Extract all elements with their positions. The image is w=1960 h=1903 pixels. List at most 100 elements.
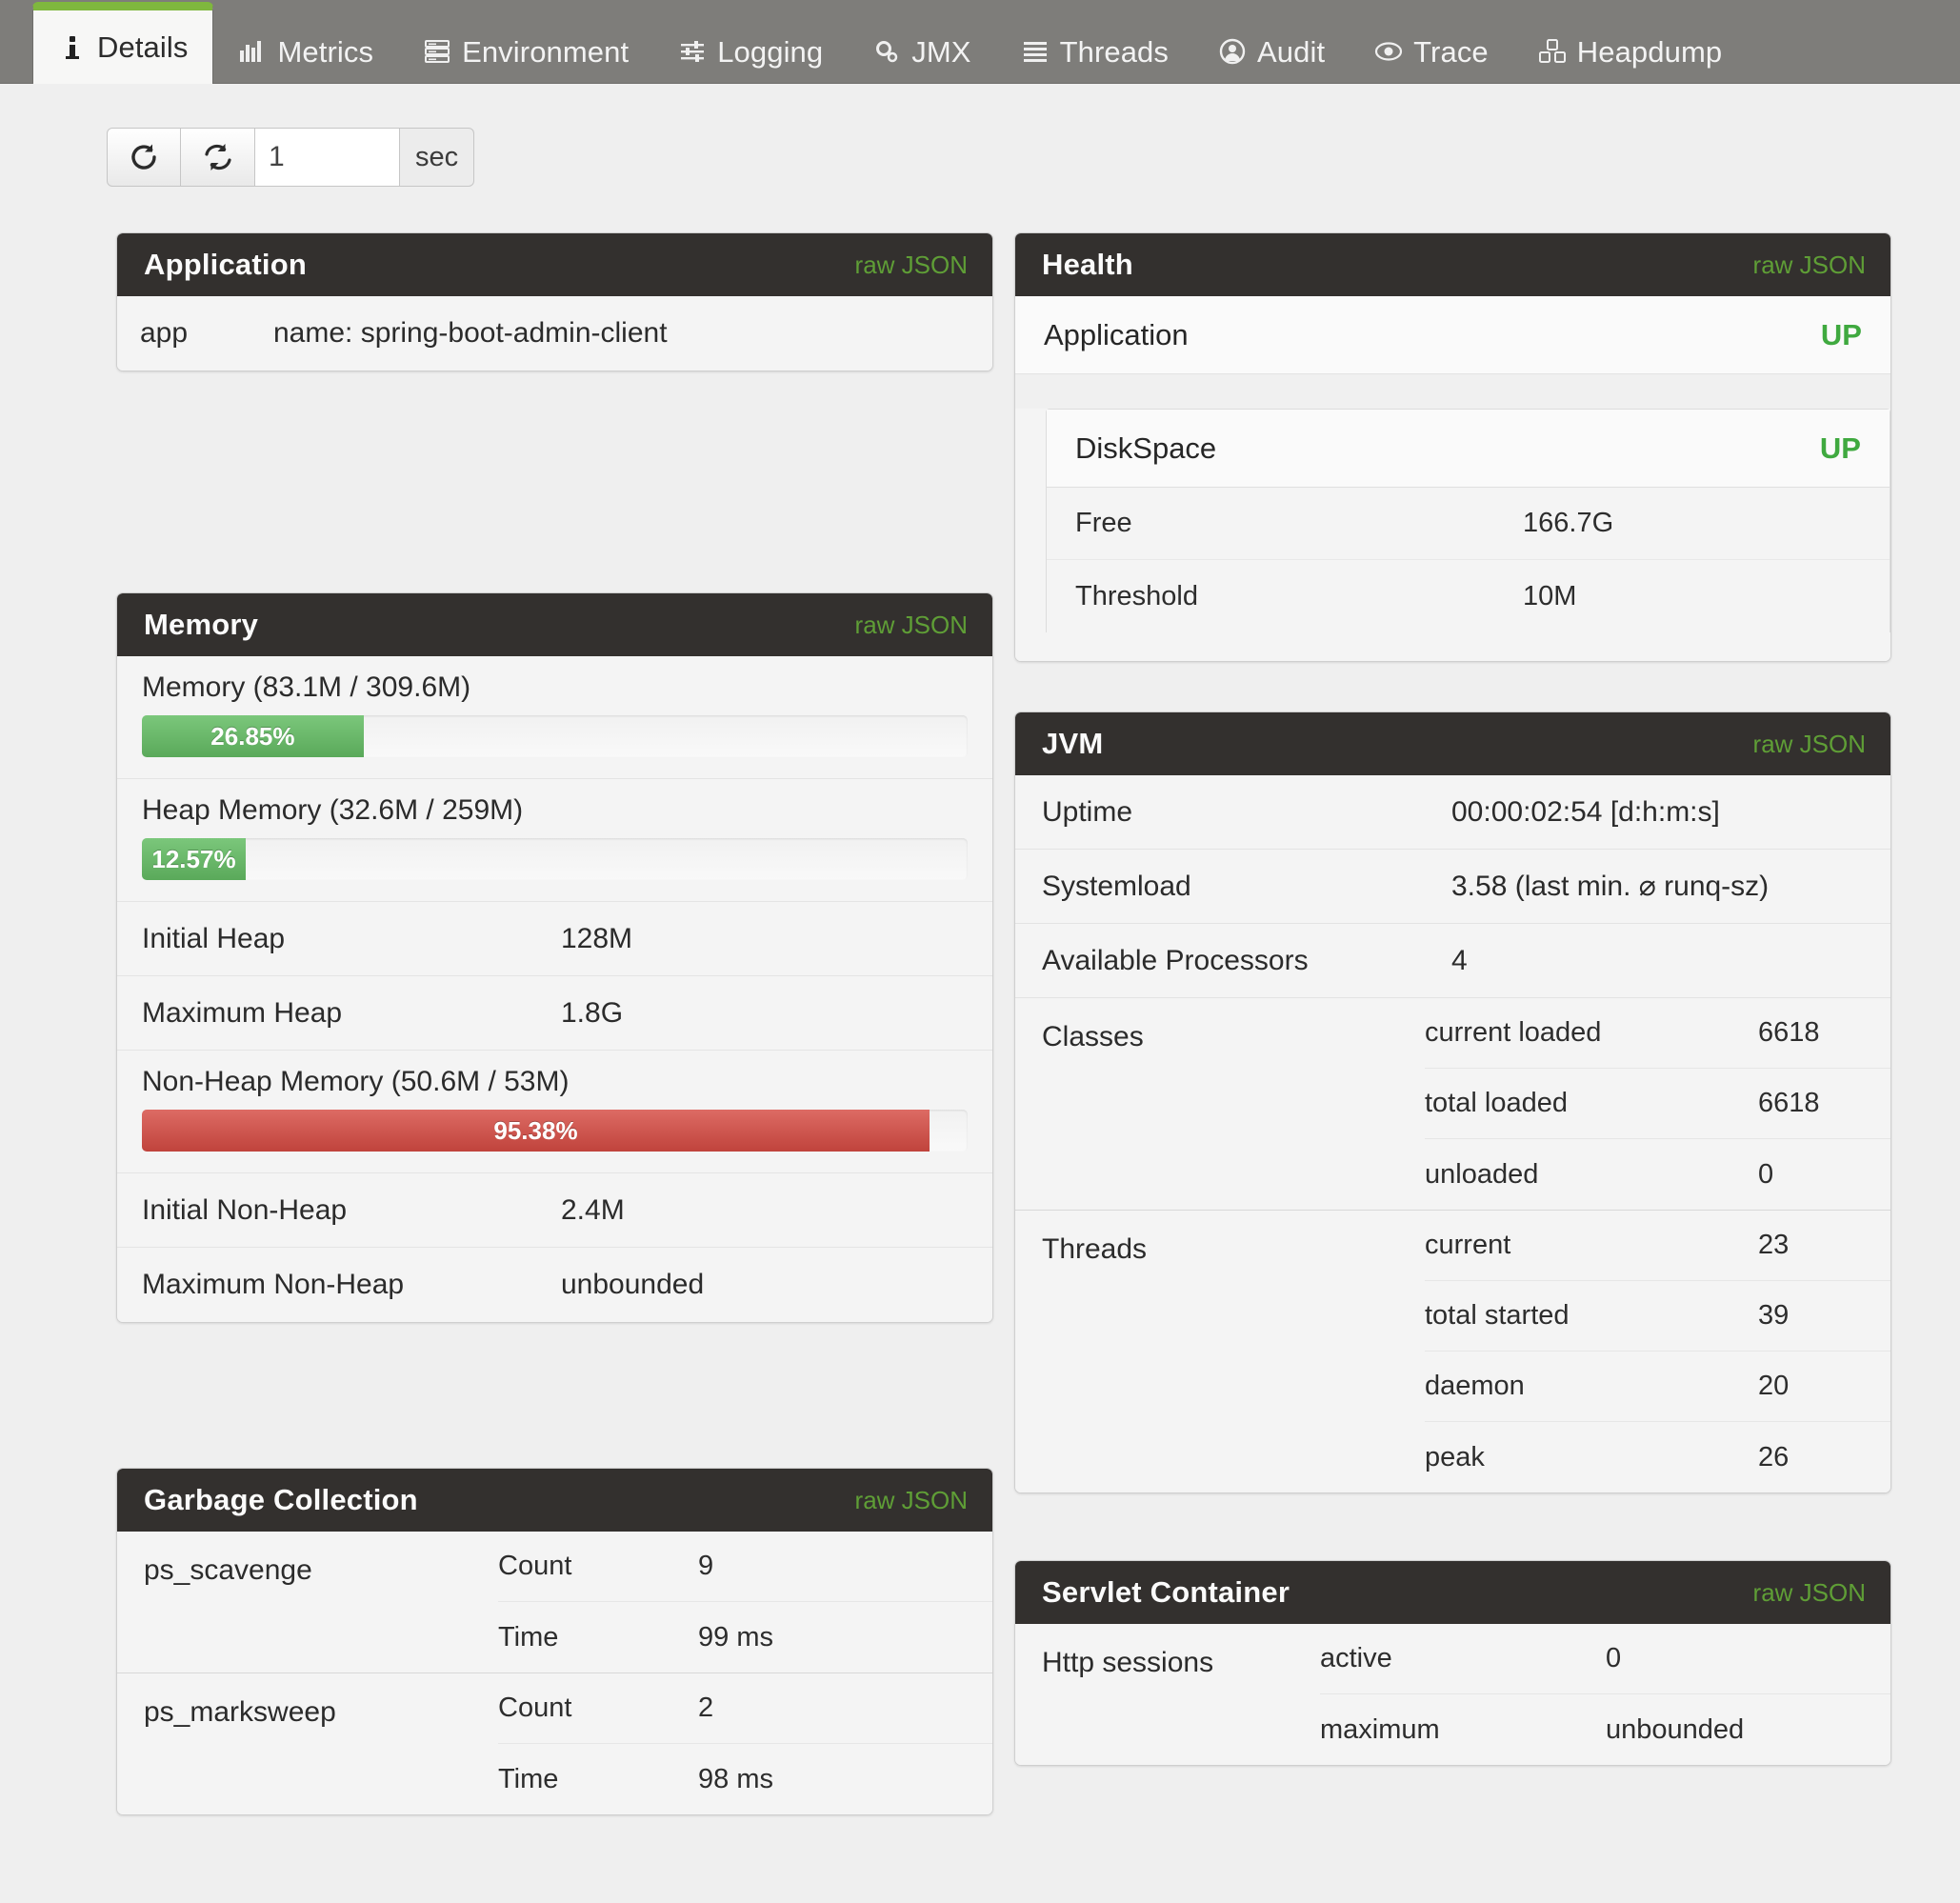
threads-daemon-label: daemon <box>1425 1371 1525 1401</box>
refresh-button[interactable] <box>107 128 181 187</box>
health-application-label: Application <box>1044 317 1189 351</box>
tab-heapdump-label: Heapdump <box>1576 34 1723 69</box>
servlet-group-http-sessions-name: Http sessions <box>1042 1647 1214 1678</box>
server-icon <box>423 37 451 66</box>
tab-logging[interactable]: Logging <box>653 14 848 83</box>
panels-grid: Application raw JSON app name: spring-bo… <box>0 187 1960 1865</box>
threads-total-started-label: total started <box>1425 1300 1570 1331</box>
garbage-collection-panel-title: Garbage Collection <box>144 1483 418 1516</box>
garbage-collection-raw-json-link[interactable]: raw JSON <box>855 1486 968 1515</box>
diskspace-threshold-label: Threshold <box>1075 580 1198 611</box>
table-row: Maximum Heap 1.8G <box>117 976 992 1051</box>
servlet-container-panel-body: Http sessions active 0 maximum unbounded <box>1015 1624 1890 1765</box>
table-row: Time 99 ms <box>498 1602 992 1673</box>
table-row: Count 2 <box>498 1673 992 1744</box>
heap-memory-progress: 12.57% <box>142 838 968 880</box>
tab-audit[interactable]: Audit <box>1193 14 1350 83</box>
servlet-container-raw-json-link[interactable]: raw JSON <box>1753 1578 1866 1608</box>
jvm-processors-value: 4 <box>1451 944 1468 976</box>
tab-environment[interactable]: Environment <box>398 14 653 83</box>
maximum-non-heap-label: Maximum Non-Heap <box>142 1269 405 1300</box>
tab-logging-label: Logging <box>717 34 824 69</box>
health-panel: Health raw JSON Application UP DiskSpace… <box>1014 232 1891 662</box>
threads-peak-label: peak <box>1425 1441 1485 1472</box>
table-row: daemon 20 <box>1425 1352 1890 1422</box>
classes-current-loaded-value: 6618 <box>1758 1017 1820 1048</box>
gc-group-ps-marksweep-table: Count 2 Time 98 ms <box>498 1673 992 1814</box>
memory-panel-body: Memory (83.1M / 309.6M) 26.85% Heap Memo… <box>117 656 992 1322</box>
http-sessions-active-label: active <box>1320 1643 1392 1673</box>
heap-memory-block: Heap Memory (32.6M / 259M) 12.57% <box>117 779 992 902</box>
threads-peak-value: 26 <box>1758 1441 1790 1472</box>
jvm-group-threads-name: Threads <box>1042 1233 1148 1265</box>
health-spacer <box>1015 374 1890 409</box>
classes-current-loaded-label: current loaded <box>1425 1017 1602 1048</box>
refresh-toolbar: sec <box>0 84 1960 187</box>
right-column-spacer <box>1014 1543 1891 1560</box>
threads-total-started-value: 39 <box>1758 1300 1790 1331</box>
classes-unloaded-label: unloaded <box>1425 1158 1539 1190</box>
application-panel-title: Application <box>144 248 307 281</box>
tab-jmx[interactable]: JMX <box>848 14 995 83</box>
jvm-panel-body: Uptime 00:00:02:54 [d:h:m:s] Systemload … <box>1015 775 1890 1492</box>
table-row: active 0 <box>1320 1624 1890 1694</box>
table-row: current 23 <box>1425 1211 1890 1281</box>
garbage-collection-panel-body: ps_scavenge Count 9 Time 99 ms ps_marksw… <box>117 1532 992 1814</box>
gc-ps-marksweep-count-value: 2 <box>698 1693 714 1723</box>
jvm-group-classes-table: current loaded 6618 total loaded 6618 un… <box>1425 998 1890 1210</box>
health-raw-json-link[interactable]: raw JSON <box>1753 250 1866 280</box>
gc-group-ps-marksweep-name: ps_marksweep <box>144 1696 336 1728</box>
memory-total-progress: 26.85% <box>142 715 968 757</box>
application-raw-json-link[interactable]: raw JSON <box>855 250 968 280</box>
tab-environment-label: Environment <box>462 34 630 69</box>
table-row: Available Processors 4 <box>1015 924 1890 998</box>
memory-raw-json-link[interactable]: raw JSON <box>855 611 968 640</box>
memory-total-block: Memory (83.1M / 309.6M) 26.85% <box>117 656 992 779</box>
jvm-uptime-value: 00:00:02:54 [d:h:m:s] <box>1451 795 1720 828</box>
jvm-processors-label: Available Processors <box>1042 944 1309 976</box>
left-column-spacer <box>116 421 993 592</box>
initial-heap-label: Initial Heap <box>142 922 286 954</box>
health-application-row: Application UP <box>1015 296 1890 374</box>
gc-ps-scavenge-count-label: Count <box>498 1551 572 1581</box>
gc-ps-marksweep-time-value: 98 ms <box>698 1763 773 1794</box>
garbage-collection-panel-header: Garbage Collection raw JSON <box>117 1469 992 1532</box>
table-row: Free 166.7G <box>1047 488 1890 560</box>
table-row: peak 26 <box>1425 1422 1890 1492</box>
tab-metrics[interactable]: Metrics <box>213 14 398 83</box>
memory-panel: Memory raw JSON Memory (83.1M / 309.6M) … <box>116 592 993 1323</box>
jvm-group-classes: Classes current loaded 6618 total loaded… <box>1015 998 1890 1211</box>
memory-panel-header: Memory raw JSON <box>117 593 992 656</box>
jvm-group-classes-name: Classes <box>1042 1021 1144 1052</box>
servlet-container-panel-header: Servlet Container raw JSON <box>1015 1561 1890 1624</box>
tab-trace[interactable]: Trace <box>1350 14 1513 83</box>
classes-total-loaded-value: 6618 <box>1758 1088 1820 1118</box>
threads-current-label: current <box>1425 1230 1511 1260</box>
health-panel-body: Application UP DiskSpace UP Free 166.7G <box>1015 296 1890 661</box>
diskspace-free-label: Free <box>1075 508 1132 538</box>
tab-threads[interactable]: Threads <box>996 14 1193 83</box>
auto-refresh-button[interactable] <box>181 128 255 187</box>
http-sessions-active-value: 0 <box>1606 1643 1622 1673</box>
threads-daemon-value: 20 <box>1758 1371 1790 1401</box>
gears-icon <box>872 37 901 66</box>
gc-ps-marksweep-count-label: Count <box>498 1693 572 1723</box>
application-panel-body: app name: spring-boot-admin-client <box>117 296 992 371</box>
tab-details[interactable]: Details <box>32 2 214 84</box>
servlet-container-panel-title: Servlet Container <box>1042 1575 1290 1609</box>
table-row: maximum unbounded <box>1320 1694 1890 1765</box>
left-column-spacer-2 <box>116 1372 993 1468</box>
tab-jmx-label: JMX <box>911 34 971 69</box>
tab-heapdump[interactable]: Heapdump <box>1513 14 1747 83</box>
jvm-systemload-label: Systemload <box>1042 870 1191 902</box>
heap-memory-label: Heap Memory (32.6M / 259M) <box>142 794 524 826</box>
table-row: total loaded 6618 <box>1425 1069 1890 1139</box>
refresh-interval-input[interactable] <box>255 128 400 187</box>
jvm-raw-json-link[interactable]: raw JSON <box>1753 730 1866 759</box>
jvm-panel-header: JVM raw JSON <box>1015 712 1890 775</box>
right-column: Health raw JSON Application UP DiskSpace… <box>1014 232 1891 1815</box>
refresh-interval-unit: sec <box>400 128 475 187</box>
jvm-uptime-label: Uptime <box>1042 795 1133 828</box>
servlet-group-http-sessions: Http sessions active 0 maximum unbounded <box>1015 1624 1890 1765</box>
non-heap-memory-label: Non-Heap Memory (50.6M / 53M) <box>142 1066 570 1097</box>
